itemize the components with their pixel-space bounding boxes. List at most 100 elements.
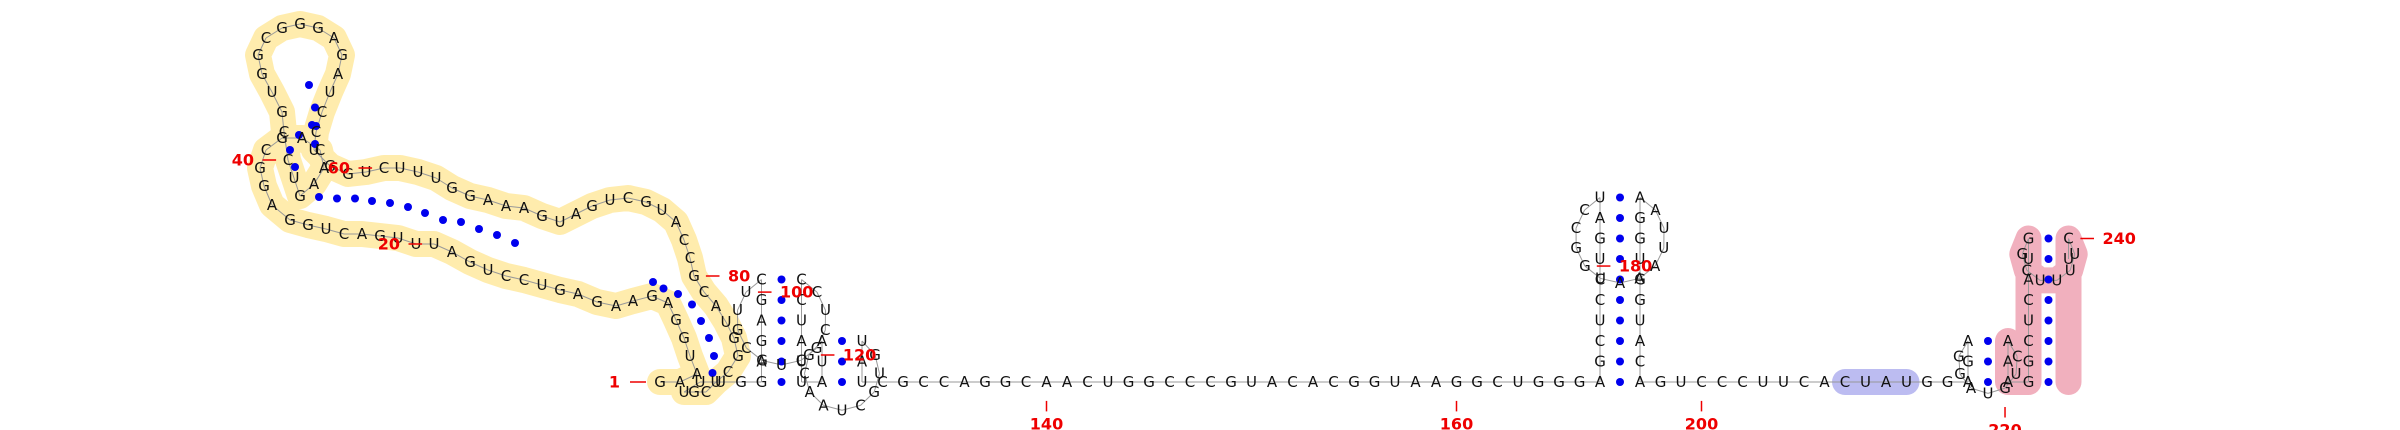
nucleotide: A (756, 312, 767, 330)
nucleotide: G (591, 293, 603, 311)
nucleotide: U (2063, 250, 2074, 268)
nucleotide: U (1595, 269, 1606, 287)
base-pair-dot (659, 284, 668, 293)
nucleotide: G (302, 216, 314, 234)
nucleotide: C (2022, 261, 2032, 279)
nucleotide: G (1471, 373, 1483, 391)
nucleotide: A (817, 373, 828, 391)
position-label-60: 60 (328, 159, 350, 178)
base-pair-dot (404, 203, 412, 211)
nucleotide: C (685, 249, 695, 267)
nucleotide: G (640, 193, 652, 211)
nucleotide: A (1819, 373, 1830, 391)
nucleotide: G (254, 159, 266, 177)
nucleotide: U (325, 83, 336, 101)
nucleotide: C (1571, 219, 1581, 237)
nucleotide: G (1000, 373, 1012, 391)
nucleotide: C (877, 373, 887, 391)
nucleotide: U (1676, 373, 1687, 391)
base-pair-dot (2044, 316, 2053, 325)
nucleotide: A (329, 29, 340, 47)
base-pair-dot (1984, 337, 1992, 345)
nucleotide: G (1634, 291, 1646, 309)
nucleotide: G (1123, 373, 1135, 391)
base-pair-dot (1984, 357, 1992, 366)
nucleotide: A (817, 332, 828, 350)
nucleotide: C (741, 339, 751, 357)
nucleotide: A (1431, 373, 1442, 391)
nucleotide: A (628, 292, 639, 310)
nucleotide: G (1143, 373, 1155, 391)
position-label-180: 180 (1619, 257, 1652, 276)
nucleotide: C (379, 159, 389, 177)
position-label-20: 20 (378, 235, 400, 254)
nucleotide: U (321, 220, 332, 238)
nucleotide: G (756, 351, 768, 369)
nucleotide: C (1287, 373, 1297, 391)
nucleotide: C (1492, 373, 1502, 391)
position-label-200: 200 (1685, 415, 1718, 430)
nucleotide: C (1021, 373, 1031, 391)
base-pair-dot (777, 316, 786, 325)
base-pair-dot (439, 216, 447, 224)
nucleotide: A (1635, 332, 1646, 350)
nucleotide: A (2003, 373, 2014, 391)
base-pair-dot (2044, 378, 2053, 386)
nucleotide: G (464, 187, 476, 205)
nucleotide: A (333, 65, 344, 83)
base-pair-dot (2044, 255, 2053, 263)
nucleotide: U (2035, 271, 2046, 289)
nucleotide: U (605, 191, 616, 209)
nucleotide: G (256, 65, 268, 83)
nucleotide: G (803, 346, 815, 364)
nucleotide: G (2023, 353, 2035, 371)
nucleotide: G (336, 46, 348, 64)
base-pair-dot (368, 197, 376, 205)
nucleotide: G (1953, 347, 1965, 365)
nucleotide: C (283, 151, 293, 169)
nucleotide: U (483, 261, 494, 279)
nucleotide: C (1840, 373, 1850, 391)
nucleotide: G (1634, 230, 1646, 248)
nucleotide: C (1635, 353, 1645, 371)
nucleotide: G (1594, 230, 1606, 248)
nucleotide: C (855, 396, 865, 414)
position-label-240: 240 (2103, 229, 2136, 248)
nucleotide: G (1574, 373, 1586, 391)
nucleotide: C (939, 373, 949, 391)
nucleotide: A (571, 205, 582, 223)
nucleotide: U (395, 159, 406, 177)
nucleotide: U (1595, 189, 1606, 207)
nucleotide: A (519, 199, 530, 217)
nucleotide: U (361, 163, 372, 181)
nucleotide: C (311, 123, 321, 141)
nucleotide: G (756, 373, 768, 391)
base-pair-dot (1616, 357, 1624, 366)
nucleotide: C (1579, 201, 1589, 219)
nucleotide: U (741, 283, 752, 301)
base-pair-dot (333, 194, 341, 203)
nucleotide: G (1921, 373, 1933, 391)
nucleotide: C (918, 373, 928, 391)
nucleotide: U (1103, 373, 1114, 391)
nucleotide: U (2051, 271, 2062, 289)
nucleotide: C (2023, 291, 2033, 309)
nucleotide: A (959, 373, 970, 391)
base-pair-dot (1616, 337, 1624, 345)
base-pair-dot (649, 278, 657, 286)
nucleotide: U (1390, 373, 1401, 391)
nucleotide: G (654, 373, 666, 391)
nucleotide: C (501, 267, 511, 285)
nucleotide: C (339, 225, 349, 243)
nucleotide: G (554, 281, 566, 299)
nucleotide: U (1860, 373, 1871, 391)
nucleotide: G (756, 291, 768, 309)
position-label-220: 220 (1988, 421, 2021, 430)
nucleotide: C (1595, 291, 1605, 309)
base-pair-dot (777, 378, 786, 386)
nucleotide: C (799, 365, 809, 383)
nucleotide: A (357, 225, 368, 243)
nucleotide: C (519, 271, 529, 289)
position-label-1: 1 (609, 373, 620, 392)
nucleotide: G (678, 329, 690, 347)
